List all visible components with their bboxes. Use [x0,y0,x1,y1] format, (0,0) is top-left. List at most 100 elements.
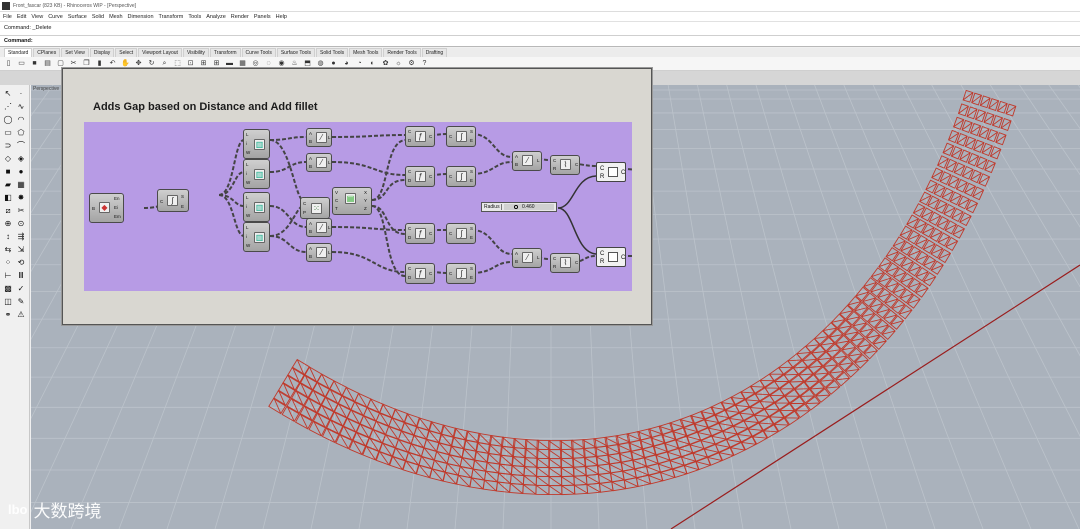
line-component-6[interactable]: AB ⁄ L [512,248,542,268]
pin-s[interactable]: S [181,194,184,199]
sphere-icon[interactable]: ● [16,167,26,177]
menu-edit[interactable]: Edit [17,14,26,20]
pin-a[interactable]: A [309,221,312,226]
properties-icon[interactable]: ⚙ [407,59,416,68]
pin-c[interactable]: C [449,271,452,276]
pin-c[interactable]: C [449,174,452,179]
pin-s[interactable]: S [470,169,473,174]
pin-l[interactable]: L [246,132,249,137]
scale-icon[interactable]: ⇲ [16,245,26,255]
pin-c[interactable]: C [449,231,452,236]
tab-display[interactable]: Display [89,48,115,57]
zoom-selected-icon[interactable]: ⊞ [199,59,208,68]
list-item-component-4[interactable]: L i W ▥ [243,222,270,252]
pin-c[interactable]: C [408,129,411,134]
pin-c-out[interactable]: C [621,255,625,261]
undo-icon[interactable]: ↶ [108,59,117,68]
polygon-icon[interactable]: ⬠ [16,128,26,138]
pin-w[interactable]: W [246,150,250,155]
curve-param-2[interactable]: C R C [596,247,626,267]
menu-help[interactable]: Help [276,14,287,20]
pin-a[interactable]: A [309,156,312,161]
pin-e[interactable]: E [181,204,184,209]
curve-param-1[interactable]: C R C [596,162,626,182]
group-icon[interactable]: ⊙ [16,219,26,229]
pin-c[interactable]: C [449,134,452,139]
pin-x[interactable]: X [364,190,367,195]
render-icon[interactable]: ◐ [368,59,377,68]
join-icon[interactable]: ⊕ [3,219,13,229]
pin-c[interactable]: C [408,226,411,231]
pin-em[interactable]: Em [114,214,121,219]
tab-render-tools[interactable]: Render Tools [383,48,421,57]
tab-drafting[interactable]: Drafting [421,48,448,57]
pin-s[interactable]: S [470,129,473,134]
pin-e[interactable]: E [470,275,473,280]
menu-curve[interactable]: Curve [48,14,63,20]
menu-tools[interactable]: Tools [188,14,201,20]
save-icon[interactable]: ■ [30,59,39,68]
pin-c[interactable]: C [553,256,556,261]
pin-r[interactable]: R [600,259,604,265]
pin-c-out[interactable]: C [621,170,625,176]
pin-c[interactable]: C [408,266,411,271]
menu-transform[interactable]: Transform [159,14,184,20]
bulb-icon[interactable]: ♨ [290,59,299,68]
orient-icon[interactable]: ⟲ [16,258,26,268]
pin-i[interactable]: i [246,234,247,239]
menu-mesh[interactable]: Mesh [109,14,122,20]
explode-icon[interactable]: ✸ [16,193,26,203]
check-icon[interactable]: ✓ [16,284,26,294]
pin-t[interactable]: T [335,206,338,211]
endpoints-component-1[interactable]: C ∫ SE [446,126,476,147]
shatter-component-2[interactable]: CD ƒC [405,166,435,187]
viewport-label[interactable]: Perspective [33,86,59,92]
pin-c[interactable]: C [335,198,338,203]
tab-curve-tools[interactable]: Curve Tools [241,48,276,57]
shatter-component-4[interactable]: CD ƒC [405,263,435,284]
menu-dimension[interactable]: Dimension [128,14,154,20]
pin-c-out[interactable]: C [575,162,578,167]
pin-w[interactable]: W [246,243,250,248]
list-item-component-2[interactable]: L i W ▥ [243,159,270,189]
tab-surface-tools[interactable]: Surface Tools [276,48,316,57]
select-icon[interactable]: ◌ [264,59,273,68]
pin-l[interactable]: L [328,225,331,230]
tab-transform[interactable]: Transform [209,48,241,57]
pin-p[interactable]: P [303,210,306,215]
pin-s[interactable]: S [470,226,473,231]
pin-a[interactable]: A [515,251,518,256]
pin-c-out[interactable]: C [575,260,578,265]
pin-b[interactable]: B [92,206,95,211]
lock-icon[interactable]: ⬒ [303,59,312,68]
line-component-3[interactable]: AB ⁄ L [306,218,332,237]
pin-a[interactable]: A [309,131,312,136]
pin-b[interactable]: B [515,259,518,264]
print-icon[interactable]: ▤ [43,59,52,68]
rectangle-icon[interactable]: ▭ [3,128,13,138]
tab-set-view[interactable]: Set View [61,48,89,57]
pin-e[interactable]: E [470,138,473,143]
pin-l[interactable]: L [328,160,331,165]
snap-icon[interactable]: ◎ [251,59,260,68]
pin-c-out[interactable]: C [429,271,432,276]
layer-icon[interactable]: ⚭ [3,310,13,320]
copy-tool-icon[interactable]: ⇶ [16,232,26,242]
line-component-5[interactable]: AB ⁄ L [512,151,542,171]
warning-icon[interactable]: ⚠ [16,310,26,320]
pin-ei[interactable]: Ei [114,205,118,210]
help-icon[interactable]: ? [420,59,429,68]
menu-view[interactable]: View [31,14,43,20]
tab-cplanes[interactable]: CPlanes [33,48,61,57]
pin-l[interactable]: L [246,225,249,230]
pin-y[interactable]: Y [364,198,367,203]
brep-edges-component[interactable]: B ◆ En Ei Em [89,193,124,223]
pin-s[interactable]: S [470,266,473,271]
pin-b[interactable]: B [309,164,312,169]
line-component-1[interactable]: AB ⁄ L [306,128,332,147]
paste-icon[interactable]: ▮ [95,59,104,68]
join-curves-component[interactable]: C ∫ S E [157,189,189,212]
pin-i[interactable]: i [246,141,247,146]
pin-b[interactable]: B [309,254,312,259]
pin-en[interactable]: En [114,196,120,201]
